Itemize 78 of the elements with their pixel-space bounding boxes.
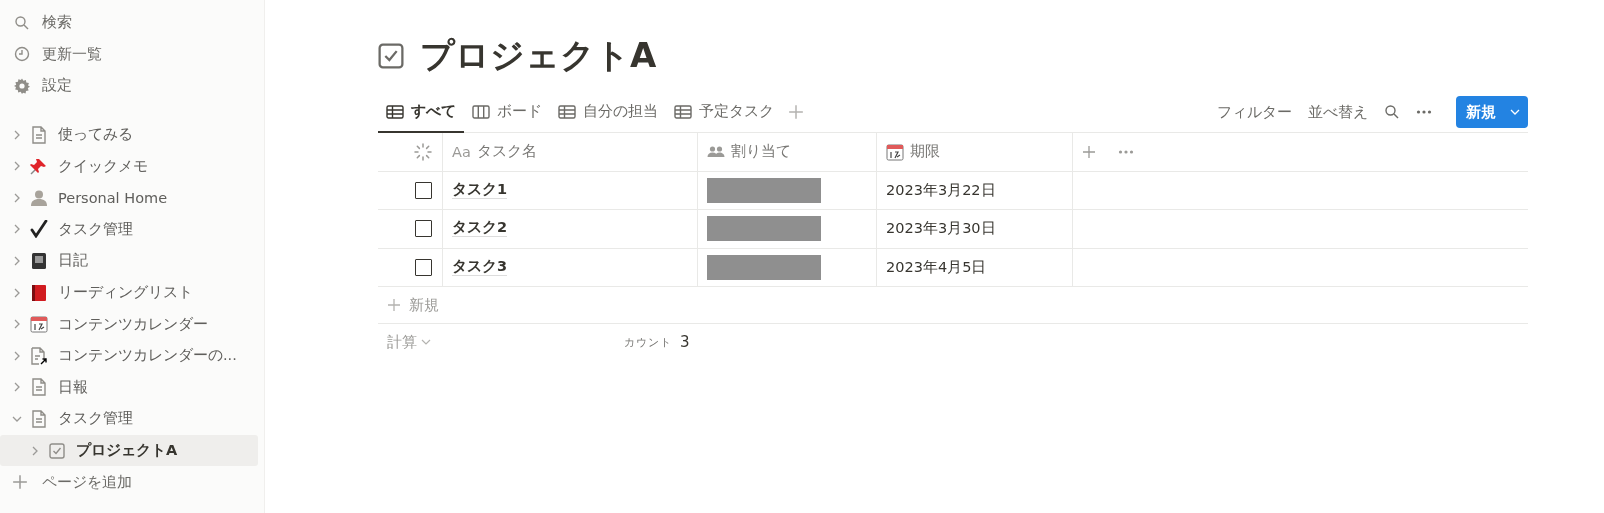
sidebar-item[interactable]: リーディングリスト (0, 276, 258, 309)
sidebar-item[interactable]: クイックメモ (0, 150, 258, 182)
chevron-right-icon[interactable] (12, 160, 22, 173)
chevron-right-icon[interactable] (30, 444, 40, 457)
column-header[interactable]: 期限 (910, 142, 940, 162)
table-cell: 2023年3月22日 (886, 180, 996, 200)
chevron-right-icon[interactable] (12, 349, 22, 362)
sidebar-item[interactable]: タスク管理 (0, 403, 258, 435)
task-name[interactable]: タスク3 (452, 258, 508, 276)
more-icon[interactable] (1118, 148, 1134, 155)
table-icon (386, 103, 404, 120)
sidebar-item[interactable]: タスク管理 (0, 213, 258, 246)
plus-icon[interactable] (12, 474, 28, 491)
table-cell: 2023年3月30日 (886, 219, 996, 239)
plus-icon[interactable] (788, 104, 804, 120)
page-icon (31, 409, 47, 428)
table-icon (674, 103, 692, 120)
chevron-right-icon[interactable] (12, 191, 22, 204)
search-icon[interactable] (1384, 104, 1400, 120)
plus-icon[interactable] (387, 298, 401, 312)
page-title: プロジェクトA (420, 34, 657, 77)
person-icon (30, 188, 48, 207)
sidebar-item[interactable]: 日報 (0, 371, 258, 404)
page-icon (31, 378, 47, 397)
sidebar-action[interactable]: 検索 (42, 13, 72, 33)
clock-icon (14, 46, 30, 63)
text-type-label: Aa (452, 143, 471, 160)
column-header[interactable]: 割り当て (731, 142, 791, 162)
checkbox[interactable] (415, 181, 432, 199)
board-icon (472, 103, 490, 120)
chevron-down-icon (421, 337, 431, 347)
table-icon (558, 103, 576, 120)
spinner-icon (414, 142, 432, 161)
sidebar-item[interactable]: 使ってみる (0, 118, 258, 151)
sidebar-item[interactable]: プロジェクトA (0, 434, 258, 467)
view-tab[interactable]: 予定タスク (666, 92, 782, 133)
add-page-link[interactable]: ページを追加 (42, 472, 132, 492)
filter-button[interactable]: フィルター (1217, 102, 1292, 122)
column-header[interactable]: タスク名 (476, 142, 537, 162)
task-name[interactable]: タスク1 (452, 181, 508, 199)
view-tab[interactable]: ボード (464, 92, 550, 133)
count-value: 3 (680, 333, 690, 351)
chevron-right-icon[interactable] (12, 286, 22, 299)
page-link-icon (30, 346, 48, 365)
table-cell: 2023年4月5日 (886, 257, 987, 277)
search-icon (14, 14, 30, 31)
view-tab[interactable]: すべて (378, 92, 464, 133)
people-icon (707, 144, 725, 159)
plus-icon[interactable] (1082, 144, 1096, 159)
sort-button[interactable]: 並べ替え (1308, 102, 1368, 122)
checkbox-icon (378, 43, 404, 69)
sidebar-item[interactable]: コンテンツカレンダー (0, 308, 258, 340)
page-icon (31, 125, 47, 144)
task-name[interactable]: タスク2 (452, 220, 508, 238)
sidebar-action[interactable]: 設定 (42, 76, 72, 96)
calendar-icon (30, 315, 48, 334)
checkmark-icon (30, 220, 48, 239)
new-button[interactable]: 新規 (1456, 96, 1528, 128)
checkbox-icon (49, 442, 65, 459)
checkbox[interactable] (415, 258, 432, 276)
notebook-icon (30, 251, 48, 270)
calendar-icon (886, 142, 904, 161)
book-icon (30, 283, 48, 302)
sidebar-action[interactable]: 更新一覧 (42, 44, 102, 64)
sidebar-item[interactable]: 日記 (0, 245, 258, 277)
chevron-right-icon[interactable] (12, 223, 22, 236)
chevron-right-icon[interactable] (12, 128, 22, 141)
chevron-right-icon[interactable] (12, 381, 22, 394)
settings-icon (14, 78, 30, 94)
chevron-right-icon[interactable] (12, 254, 22, 267)
count-label: カウント (624, 334, 672, 350)
sidebar-item[interactable]: Personal Home (0, 181, 258, 214)
checkbox[interactable] (415, 220, 432, 238)
view-tab[interactable]: 自分の担当 (550, 92, 666, 133)
chevron-right-icon[interactable] (12, 318, 22, 331)
pushpin-icon (30, 157, 48, 176)
more-icon[interactable] (1416, 109, 1432, 115)
sidebar-item[interactable]: コンテンツカレンダーの... (0, 339, 258, 372)
